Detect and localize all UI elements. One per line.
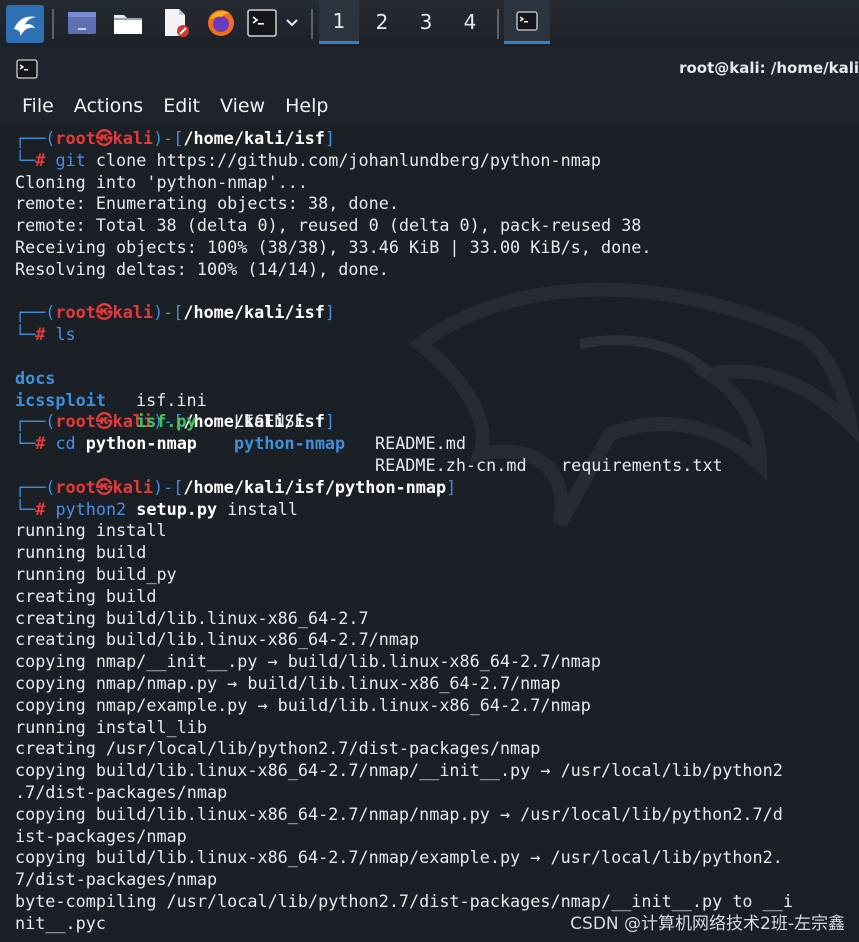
output-line: copying build/lib.linux-x86_64-2.7/nmap/…	[15, 803, 783, 824]
workspace-label: 2	[375, 10, 389, 34]
window-title: root@kali: /home/kali	[679, 59, 859, 77]
launcher-dropdown-button[interactable]	[282, 6, 302, 40]
terminal-icon	[247, 9, 277, 37]
text-editor-button[interactable]	[158, 6, 194, 40]
window-titlebar[interactable]: root@kali: /home/kali	[0, 47, 859, 88]
text-editor-icon	[165, 9, 189, 37]
ls-entry-dir: icssploit	[15, 389, 106, 410]
csdn-watermark: CSDN @计算机网络技术2班-左宗鑫	[570, 914, 845, 934]
workspace-4[interactable]: 4	[450, 0, 490, 44]
ls-entry-file: LICENSE	[234, 411, 305, 432]
ls-entry-file: README.zh-cn.md	[375, 454, 527, 475]
command-line: └─# git clone https://github.com/johanlu…	[15, 149, 602, 170]
output-line: copying nmap/__init__.py → build/lib.lin…	[15, 651, 601, 672]
desktop-icon	[68, 12, 96, 34]
panel-separator	[311, 9, 313, 39]
window-menu-button[interactable]	[16, 59, 38, 83]
output-line: copying build/lib.linux-x86_64-2.7/nmap/…	[15, 760, 783, 781]
ls-entry-file: isf.ini	[136, 389, 207, 410]
output-line: running install_lib	[15, 716, 207, 737]
output-line: creating build	[15, 585, 157, 606]
output-line: 7/dist-packages/nmap	[15, 869, 218, 890]
output-line: remote: Total 38 (delta 0), reused 0 (de…	[15, 215, 642, 236]
output-line: running build	[15, 542, 147, 563]
ls-output-row: icssploit isf.py python-nmap README.zh-c…	[15, 368, 859, 475]
ls-entry-exec: isf.py	[136, 411, 197, 432]
output-line: creating build/lib.linux-x86_64-2.7/nmap	[15, 629, 420, 650]
workspace-2[interactable]: 2	[362, 0, 402, 44]
menu-help[interactable]: Help	[285, 95, 328, 117]
terminal-icon	[516, 10, 538, 31]
terminal-launcher-button[interactable]	[246, 6, 278, 40]
terminal-icon	[16, 59, 38, 79]
workspace-1[interactable]: 1	[319, 0, 359, 44]
file-manager-button[interactable]	[110, 6, 146, 40]
output-line: creating /usr/local/lib/python2.7/dist-p…	[15, 738, 541, 759]
taskbar-terminal-window[interactable]	[504, 0, 550, 44]
output-line: running install	[15, 520, 167, 541]
menu-edit[interactable]: Edit	[163, 95, 200, 117]
show-desktop-button[interactable]	[64, 6, 100, 40]
panel-separator	[497, 9, 499, 39]
output-line: Resolving deltas: 100% (14/14), done.	[15, 258, 389, 279]
workspace-label: 3	[419, 10, 433, 34]
output-line: ist-packages/nmap	[15, 825, 187, 846]
folder-icon	[114, 15, 142, 34]
ls-entry-dir: python-nmap	[234, 433, 346, 454]
workspace-3[interactable]: 3	[406, 0, 446, 44]
terminal-output[interactable]: ┌──(root㉿kali)-[/home/kali/isf] └─# git …	[0, 124, 859, 942]
prompt-line: ┌──(root㉿kali)-[/home/kali/isf]	[15, 302, 335, 323]
output-line: running build_py	[15, 563, 177, 584]
command-line: └─# python2 setup.py install	[15, 498, 298, 519]
menu-file[interactable]: File	[22, 95, 54, 117]
kali-dragon-icon	[14, 16, 36, 36]
ls-entry-file: requirements.txt	[561, 454, 723, 475]
panel-separator	[52, 9, 54, 39]
terminal-window: root@kali: /home/kali File Actions Edit …	[0, 47, 859, 942]
output-line: copying nmap/example.py → build/lib.linu…	[15, 694, 591, 715]
output-line: .7/dist-packages/nmap	[15, 781, 228, 802]
ls-output-row: docs isf.ini LICENSE README.md requireme…	[15, 346, 859, 475]
output-line: Receiving objects: 100% (38/38), 33.46 K…	[15, 236, 652, 257]
kali-menu-button[interactable]	[6, 5, 44, 43]
prompt-line: ┌──(root㉿kali)-[/home/kali/isf]	[15, 128, 335, 148]
output-line: copying nmap/nmap.py → build/lib.linux-x…	[15, 672, 561, 693]
output-line: remote: Enumerating objects: 38, done.	[15, 193, 399, 214]
output-line: Cloning into 'python-nmap'...	[15, 171, 308, 192]
output-line: copying build/lib.linux-x86_64-2.7/nmap/…	[15, 847, 783, 868]
workspace-label: 1	[332, 8, 346, 33]
ls-entry-file: README.md	[375, 433, 466, 454]
workspace-label: 4	[463, 10, 477, 34]
menu-actions[interactable]: Actions	[74, 95, 143, 117]
output-line: creating build/lib.linux-x86_64-2.7	[15, 607, 369, 628]
command-line: └─# ls	[15, 324, 76, 345]
prompt-line: ┌──(root㉿kali)-[/home/kali/isf/python-nm…	[15, 476, 457, 497]
chevron-down-icon	[286, 19, 298, 27]
firefox-icon	[208, 10, 234, 36]
firefox-button[interactable]	[203, 6, 239, 40]
menu-bar: File Actions Edit View Help	[0, 88, 859, 124]
menu-view[interactable]: View	[220, 95, 265, 117]
top-panel: 1 2 3 4	[0, 0, 859, 48]
